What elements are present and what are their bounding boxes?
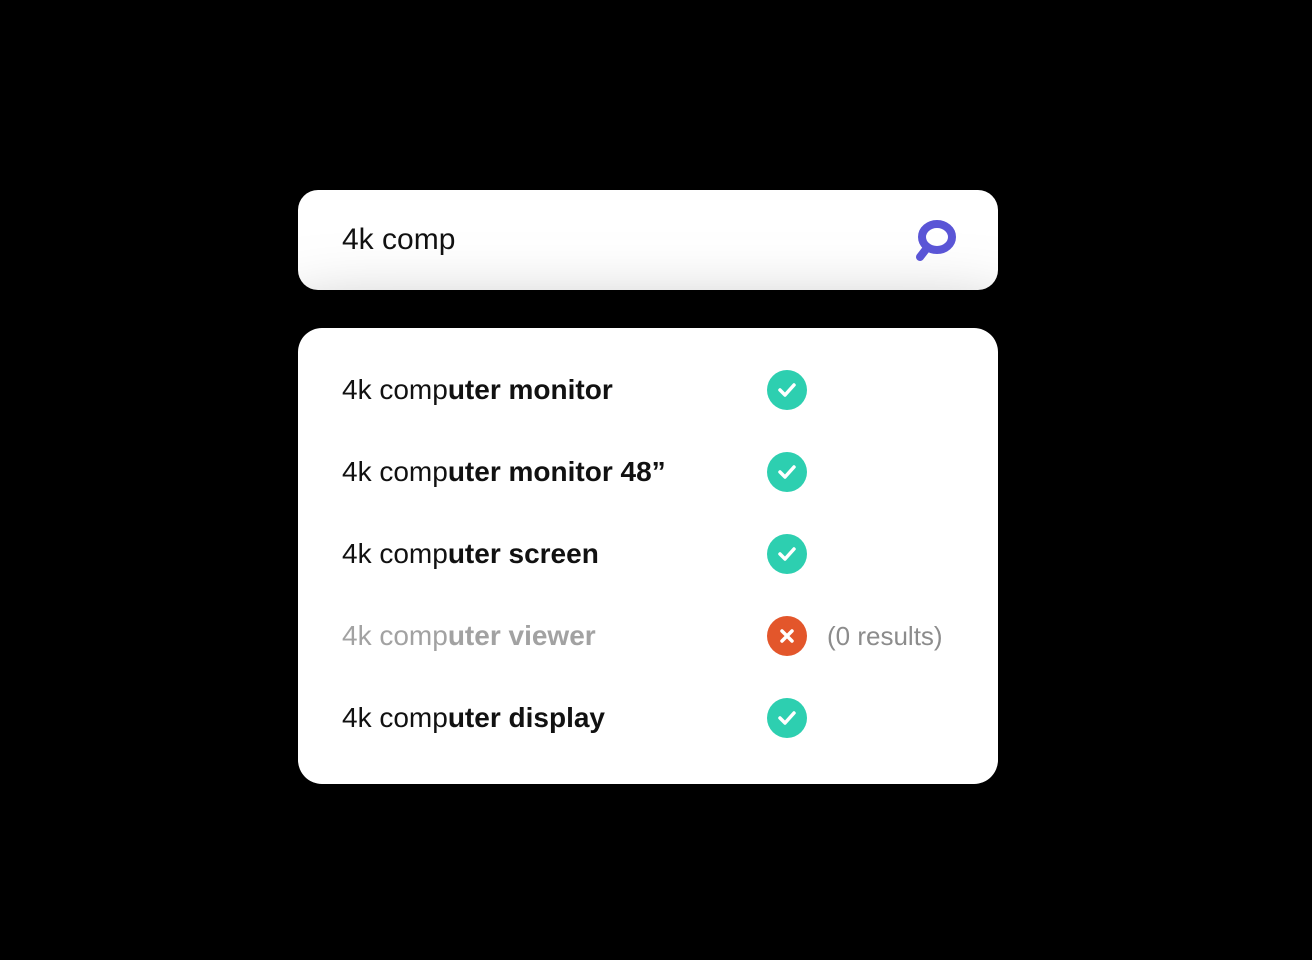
suggestion-prefix: 4k comp bbox=[342, 374, 448, 406]
search-widget: 4k computer monitor 4k computer monitor … bbox=[298, 190, 998, 784]
cross-icon bbox=[767, 616, 807, 656]
suggestion-row[interactable]: 4k computer monitor 48” bbox=[342, 446, 954, 498]
suggestion-row[interactable]: 4k computer viewer (0 results) bbox=[342, 610, 954, 662]
check-icon bbox=[767, 370, 807, 410]
suggestion-prefix: 4k comp bbox=[342, 456, 448, 488]
suggestion-row[interactable]: 4k computer screen bbox=[342, 528, 954, 580]
suggestion-label: 4k computer screen bbox=[342, 538, 747, 570]
search-input[interactable] bbox=[342, 223, 842, 257]
suggestion-suffix: uter viewer bbox=[448, 620, 596, 652]
suggestion-suffix: uter screen bbox=[448, 538, 599, 570]
check-icon bbox=[767, 534, 807, 574]
suggestion-prefix: 4k comp bbox=[342, 702, 448, 734]
suggestion-prefix: 4k comp bbox=[342, 538, 448, 570]
suggestion-label: 4k computer display bbox=[342, 702, 747, 734]
suggestion-suffix: uter monitor 48” bbox=[448, 456, 666, 488]
suggestion-prefix: 4k comp bbox=[342, 620, 448, 652]
suggestion-note: (0 results) bbox=[827, 621, 943, 652]
suggestions-dropdown: 4k computer monitor 4k computer monitor … bbox=[298, 328, 998, 784]
search-bar bbox=[298, 190, 998, 290]
check-icon bbox=[767, 698, 807, 738]
suggestion-row[interactable]: 4k computer monitor bbox=[342, 364, 954, 416]
suggestion-label: 4k computer monitor 48” bbox=[342, 456, 747, 488]
suggestion-suffix: uter display bbox=[448, 702, 605, 734]
suggestion-suffix: uter monitor bbox=[448, 374, 613, 406]
suggestion-row[interactable]: 4k computer display bbox=[342, 692, 954, 744]
search-icon[interactable] bbox=[914, 217, 960, 263]
check-icon bbox=[767, 452, 807, 492]
suggestion-label: 4k computer monitor bbox=[342, 374, 747, 406]
suggestion-label: 4k computer viewer bbox=[342, 620, 747, 652]
